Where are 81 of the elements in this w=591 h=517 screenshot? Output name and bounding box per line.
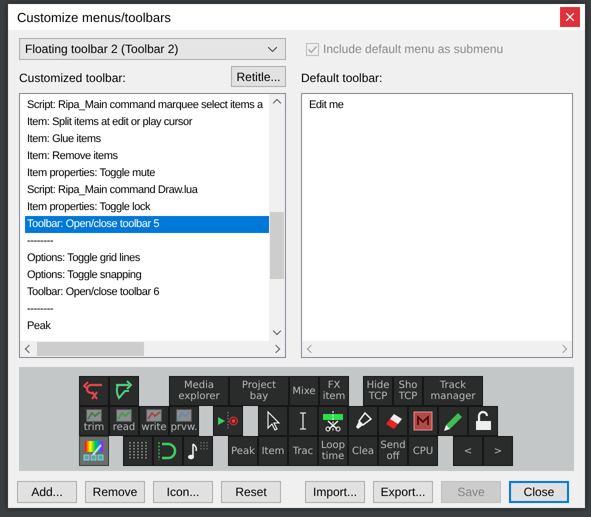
toolbar-button[interactable]: Track manager bbox=[423, 376, 483, 406]
undo-arrow-icon bbox=[83, 380, 105, 402]
envelope-icon bbox=[176, 409, 192, 422]
dialog-button[interactable]: Add... bbox=[17, 481, 77, 503]
toolbar-button[interactable]: prvw. bbox=[169, 406, 199, 436]
list-item[interactable]: Item properties: Toggle lock bbox=[25, 199, 269, 216]
toolbar-button[interactable] bbox=[288, 406, 318, 436]
close-button[interactable] bbox=[560, 7, 580, 27]
customized-toolbar-label: Customized toolbar: bbox=[19, 70, 126, 84]
toolbar-button[interactable] bbox=[318, 406, 348, 436]
toolbar-button[interactable]: Loop time bbox=[318, 436, 348, 466]
list-item[interactable]: Options: Toggle grid lines bbox=[25, 250, 269, 267]
envelope-icon bbox=[116, 409, 132, 422]
toolbar-button[interactable]: Project bay bbox=[229, 376, 289, 406]
toolbar-button[interactable]: Item bbox=[258, 436, 288, 466]
scissors-icon bbox=[322, 410, 344, 432]
toolbar-button[interactable] bbox=[258, 406, 288, 436]
list-item[interactable]: Edit me bbox=[307, 97, 551, 114]
toolbar-button[interactable] bbox=[348, 406, 378, 436]
list-item[interactable]: Item: Split items at edit or play cursor bbox=[25, 114, 269, 131]
toolbar-button[interactable] bbox=[79, 436, 109, 466]
toolbar-button[interactable]: read bbox=[109, 406, 139, 436]
toolbar-button[interactable] bbox=[153, 436, 183, 466]
default-toolbar-list[interactable]: Edit me bbox=[301, 93, 573, 358]
toolbar-button[interactable]: trim bbox=[79, 406, 109, 436]
toolbar-button[interactable] bbox=[378, 406, 408, 436]
toolbar-button[interactable]: Hide TCP bbox=[363, 376, 393, 406]
toolbar-button[interactable]: Send off bbox=[378, 436, 408, 466]
pencil-icon bbox=[442, 410, 464, 432]
dialog-button[interactable]: Reset bbox=[221, 481, 281, 503]
window-title: Customize menus/toolbars bbox=[17, 10, 171, 24]
text-cursor-icon bbox=[299, 412, 307, 430]
list-item[interactable]: Peak bbox=[25, 318, 269, 335]
list-item[interactable]: Toolbar: Open/close toolbar 6 bbox=[25, 284, 269, 301]
music-note-icon bbox=[187, 440, 209, 462]
default-toolbar-label: Default toolbar: bbox=[301, 70, 382, 84]
list-item[interactable]: Script: Ripa_Main command Draw.lua bbox=[25, 182, 269, 199]
toolbar-button[interactable]: Clea bbox=[348, 436, 378, 466]
dialog-button[interactable]: Export... bbox=[373, 481, 433, 503]
list-item[interactable]: Script: Ripa_Main command marquee select items a bbox=[25, 97, 269, 114]
chevron-down-icon bbox=[268, 46, 277, 52]
toolbar-button[interactable] bbox=[123, 436, 153, 466]
color-palette-icon bbox=[83, 440, 105, 462]
toolbar-button[interactable] bbox=[183, 436, 213, 466]
close-icon bbox=[566, 13, 574, 21]
toolbar-button[interactable] bbox=[109, 376, 139, 406]
toolbar-button[interactable]: CPU bbox=[408, 436, 438, 466]
checkbox-label: Include default menu as submenu bbox=[323, 42, 504, 56]
retitle-button[interactable]: Retitle... bbox=[231, 66, 286, 87]
list-item[interactable]: Toolbar: Open/close toolbar 5 bbox=[25, 216, 269, 233]
toolbar-button[interactable] bbox=[408, 406, 438, 436]
dialog-button[interactable]: Icon... bbox=[153, 481, 213, 503]
envelope-icon bbox=[146, 409, 162, 422]
toolbar-button[interactable]: FX item bbox=[319, 376, 349, 406]
envelope-icon bbox=[86, 409, 102, 422]
toolbar-button[interactable]: Media explorer bbox=[169, 376, 229, 406]
toolbar-button[interactable] bbox=[213, 406, 243, 436]
list-item[interactable]: Options: Toggle snapping bbox=[25, 267, 269, 284]
customized-toolbar-list[interactable] bbox=[19, 93, 286, 358]
redo-arrow-icon bbox=[113, 380, 135, 402]
toolbar-button[interactable]: Trac bbox=[288, 436, 318, 466]
loop-icon bbox=[157, 440, 179, 462]
dialog-button[interactable]: Close bbox=[509, 481, 569, 503]
toolbar-button[interactable]: < bbox=[453, 436, 483, 466]
dialog-button[interactable]: Remove bbox=[85, 481, 145, 503]
toolbar-button[interactable]: write bbox=[139, 406, 169, 436]
list-item[interactable]: Item: Remove items bbox=[25, 148, 269, 165]
toolbar-button[interactable]: Peak bbox=[228, 436, 258, 466]
list-item[interactable]: -------- bbox=[25, 233, 269, 250]
toolbar-button[interactable]: Sho TCP bbox=[393, 376, 423, 406]
toolbar-button[interactable] bbox=[438, 406, 468, 436]
list-item[interactable]: Item properties: Toggle mute bbox=[25, 165, 269, 182]
toolbar-button[interactable] bbox=[468, 406, 498, 436]
toolbar-button[interactable]: > bbox=[483, 436, 513, 466]
dialog-button[interactable]: Import... bbox=[305, 481, 365, 503]
toolbar-dropdown[interactable]: Floating toolbar 2 (Toolbar 2) bbox=[19, 38, 286, 60]
record-mute-icon bbox=[412, 410, 434, 432]
list-item[interactable]: Item: Glue items bbox=[25, 131, 269, 148]
list-item[interactable]: -------- bbox=[25, 301, 269, 318]
toolbar-button[interactable]: Mixe bbox=[289, 376, 319, 406]
horizontal-scrollbar[interactable] bbox=[302, 341, 572, 357]
